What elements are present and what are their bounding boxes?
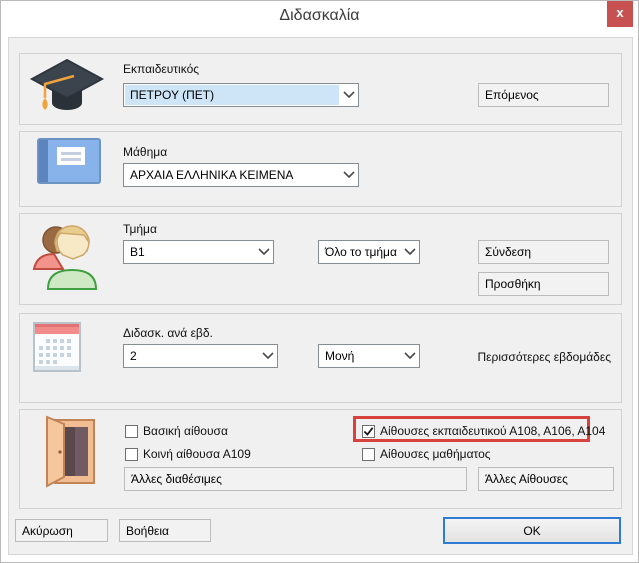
class-scope-value: Όλο το τμήμα [320, 242, 400, 262]
add-button[interactable]: Προσθήκη [478, 272, 609, 296]
class-scope-combobox[interactable]: Όλο το τμήμα [318, 240, 420, 264]
calendar-icon [33, 322, 81, 377]
teacher-combobox-value: ΠΕΤΡΟΥ (ΠΕΤ) [125, 85, 339, 105]
chevron-down-icon[interactable] [254, 248, 273, 256]
week-type-value: Μονή [320, 346, 400, 366]
subject-combobox[interactable]: ΑΡΧΑΙΑ ΕΛΛΗΝΙΚΑ ΚΕΙΜΕΝΑ [123, 163, 359, 187]
subject-label: Μάθημα [123, 145, 167, 159]
chevron-down-icon[interactable] [339, 91, 358, 99]
chevron-down-icon[interactable] [258, 352, 277, 360]
students-icon [29, 219, 103, 298]
door-icon [39, 414, 99, 497]
dialog-title: Διδασκαλία [1, 1, 638, 33]
class-combobox[interactable]: Β1 [123, 240, 274, 264]
subject-combobox-value: ΑΡΧΑΙΑ ΕΛΛΗΝΙΚΑ ΚΕΙΜΕΝΑ [125, 165, 339, 185]
subject-rooms-checkbox-row[interactable]: Αίθουσες μαθήματος [362, 446, 491, 462]
class-combobox-value: Β1 [125, 242, 254, 262]
cancel-button[interactable]: Ακύρωση [15, 519, 108, 542]
graduation-cap-icon [29, 57, 105, 124]
close-icon[interactable]: x [607, 1, 633, 27]
teacher-rooms-checkbox-row[interactable]: Αίθουσες εκπαιδευτικού Α108, Α106, Α104 [362, 423, 605, 439]
connect-button[interactable]: Σύνδεση [478, 240, 609, 264]
next-button[interactable]: Επόμενος [478, 83, 609, 107]
title-bar: Διδασκαλία x [1, 1, 638, 33]
help-button[interactable]: Βοήθεια [119, 519, 211, 542]
class-label: Τμήμα [123, 222, 157, 236]
more-weeks-link[interactable]: Περισσότερες εβδομάδες [431, 350, 611, 364]
teacher-combobox[interactable]: ΠΕΤΡΟΥ (ΠΕΤ) [123, 83, 359, 107]
chevron-down-icon[interactable] [400, 248, 419, 256]
teacher-rooms-checkbox[interactable] [362, 425, 375, 438]
weekly-periods-label: Διδασκ. ανά εβδ. [123, 326, 213, 340]
teaching-dialog: Διδασκαλία x Εκπαιδευτικός ΠΕΤΡΟΥ (ΠΕΤ) … [0, 0, 639, 563]
main-room-checkbox-row[interactable]: Βασική αίθουσα [125, 423, 228, 439]
subject-rooms-label: Αίθουσες μαθήματος [380, 447, 491, 461]
other-available-button[interactable]: Άλλες διαθέσιμες [124, 467, 467, 491]
chevron-down-icon[interactable] [339, 171, 358, 179]
subject-rooms-checkbox[interactable] [362, 448, 375, 461]
main-room-checkbox[interactable] [125, 425, 138, 438]
ok-button[interactable]: ΟΚ [443, 517, 621, 544]
weekly-periods-combobox[interactable]: 2 [123, 344, 278, 368]
main-room-label: Βασική αίθουσα [143, 424, 228, 438]
shared-room-checkbox[interactable] [125, 448, 138, 461]
shared-room-label: Κοινή αίθουσα Α109 [143, 447, 251, 461]
teacher-label: Εκπαιδευτικός [123, 62, 199, 76]
week-type-combobox[interactable]: Μονή [318, 344, 420, 368]
teacher-rooms-label: Αίθουσες εκπαιδευτικού Α108, Α106, Α104 [380, 424, 605, 438]
shared-room-checkbox-row[interactable]: Κοινή αίθουσα Α109 [125, 446, 251, 462]
weekly-periods-value: 2 [125, 346, 258, 366]
other-rooms-button[interactable]: Άλλες Αίθουσες [478, 467, 614, 491]
chevron-down-icon[interactable] [400, 352, 419, 360]
book-icon [37, 138, 101, 189]
